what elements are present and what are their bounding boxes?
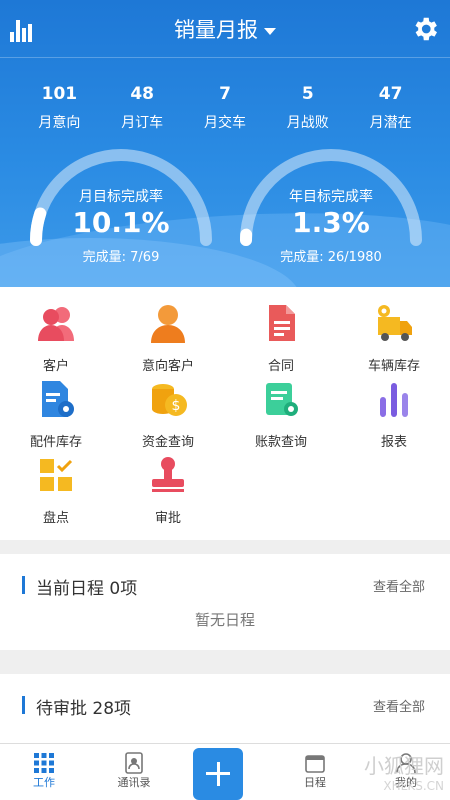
menu-item-approval[interactable]: 审批 [112, 455, 224, 526]
gauge-value: 10.1% [72, 206, 170, 239]
stat-value: 47 [378, 84, 403, 104]
gauge-title: 年目标完成率 [289, 189, 373, 205]
page-title: 销量月报 [174, 18, 258, 42]
calendar-icon [305, 755, 325, 773]
menu-label: 车辆库存 [367, 359, 420, 374]
stat-value: 101 [41, 84, 78, 104]
parts-stock-icon [42, 381, 74, 417]
nav-label: 工作 [33, 776, 55, 789]
function-menu: 客户 意向客户 合同 车辆库存 配件库存 $ 资金查询 账款查询 报表 盘点 审… [0, 287, 450, 540]
stat-item[interactable]: 101 月意向 [24, 84, 94, 132]
menu-item-report[interactable]: 报表 [338, 379, 450, 450]
stats-row: 101 月意向 48 月订车 7 月交车 5 月战败 47 月潜在 [0, 84, 450, 132]
nav-item-contacts[interactable]: 通讯录 [104, 750, 164, 790]
menu-label: 客户 [42, 359, 69, 374]
top-bar: 销量月报 [0, 0, 450, 58]
menu-item-inventory-check[interactable]: 盘点 [0, 455, 112, 526]
customer-icon [38, 307, 74, 341]
report-icon [380, 383, 408, 417]
stat-item[interactable]: 7 月交车 [190, 84, 260, 132]
svg-text:$: $ [172, 398, 181, 414]
vehicle-stock-icon [378, 305, 412, 341]
nav-label: 通讯录 [117, 776, 151, 789]
intent-customer-icon [151, 305, 185, 343]
gauge-sub: 完成量: 7/69 [82, 250, 160, 265]
menu-label: 账款查询 [254, 435, 307, 450]
approval-stamp-icon [152, 457, 184, 492]
schedule-card: 当前日程 0项 查看全部 暂无日程 [0, 554, 450, 650]
accent-bar [22, 576, 25, 594]
yearly-target-gauge: 年目标完成率 1.3% 完成量: 26/1980 [236, 140, 426, 265]
nav-item-calendar[interactable]: 日程 [285, 750, 345, 790]
stat-value: 5 [301, 84, 314, 104]
stat-item[interactable]: 48 月订车 [107, 84, 177, 132]
add-button[interactable] [193, 748, 243, 800]
stat-value: 48 [130, 84, 155, 104]
schedule-title: 当前日程 0项 [36, 579, 138, 599]
menu-item-intent-customer[interactable]: 意向客户 [112, 303, 224, 374]
pending-approval-card: 待审批 28项 查看全部 [0, 674, 450, 743]
inventory-check-icon [40, 459, 73, 491]
stat-label: 月意向 [38, 115, 81, 131]
nav-item-work[interactable]: 工作 [14, 750, 74, 790]
page-title-dropdown[interactable]: 销量月报 [0, 14, 450, 44]
menu-item-parts-stock[interactable]: 配件库存 [0, 379, 112, 450]
menu-label: 报表 [380, 435, 407, 450]
gear-icon[interactable] [410, 14, 440, 44]
menu-label: 资金查询 [141, 435, 194, 450]
stat-label: 月战败 [286, 115, 329, 131]
menu-item-customer[interactable]: 客户 [0, 303, 112, 374]
menu-item-vehicle-stock[interactable]: 车辆库存 [338, 303, 450, 374]
gauge-title: 月目标完成率 [79, 189, 163, 205]
gauge-value: 1.3% [292, 206, 370, 239]
monthly-target-gauge: 月目标完成率 10.1% 完成量: 7/69 [26, 140, 216, 265]
stat-item[interactable]: 47 月潜在 [356, 84, 426, 132]
chevron-down-icon [264, 27, 276, 35]
pending-title: 待审批 28项 [36, 699, 132, 719]
grid-icon [34, 753, 54, 773]
schedule-empty-text: 暂无日程 [194, 611, 255, 629]
watermark-en: XHLKS.CN [383, 779, 444, 793]
gauge-sub: 完成量: 26/1980 [280, 250, 382, 265]
watermark-cn: 小狐狸网 [364, 754, 444, 778]
account-query-icon [266, 383, 298, 416]
menu-item-account-query[interactable]: 账款查询 [225, 379, 337, 450]
contract-icon [269, 305, 295, 341]
pending-view-all-link[interactable]: 查看全部 [373, 696, 425, 715]
stat-value: 7 [219, 84, 231, 104]
stat-label: 月交车 [203, 115, 246, 131]
hero-header: 销量月报 101 月意向 48 月订车 7 月交车 5 月战败 47 月潜在 月目标完成率… [0, 0, 450, 287]
menu-item-contract[interactable]: 合同 [225, 303, 337, 374]
menu-label: 盘点 [42, 511, 69, 526]
nav-label: 日程 [304, 776, 326, 789]
schedule-view-all-link[interactable]: 查看全部 [373, 576, 425, 595]
stat-label: 月潜在 [369, 115, 412, 131]
menu-label: 审批 [154, 511, 181, 526]
stat-label: 月订车 [121, 115, 164, 131]
menu-item-funds-query[interactable]: $ 资金查询 [112, 379, 224, 450]
menu-label: 意向客户 [141, 359, 194, 374]
stat-item[interactable]: 5 月战败 [273, 84, 343, 132]
menu-label: 合同 [267, 359, 294, 374]
watermark: 小狐狸网 XHLKS.CN [364, 750, 444, 793]
funds-query-icon: $ [152, 384, 187, 416]
accent-bar [22, 696, 25, 714]
menu-label: 配件库存 [29, 435, 82, 450]
contacts-icon [125, 752, 143, 774]
